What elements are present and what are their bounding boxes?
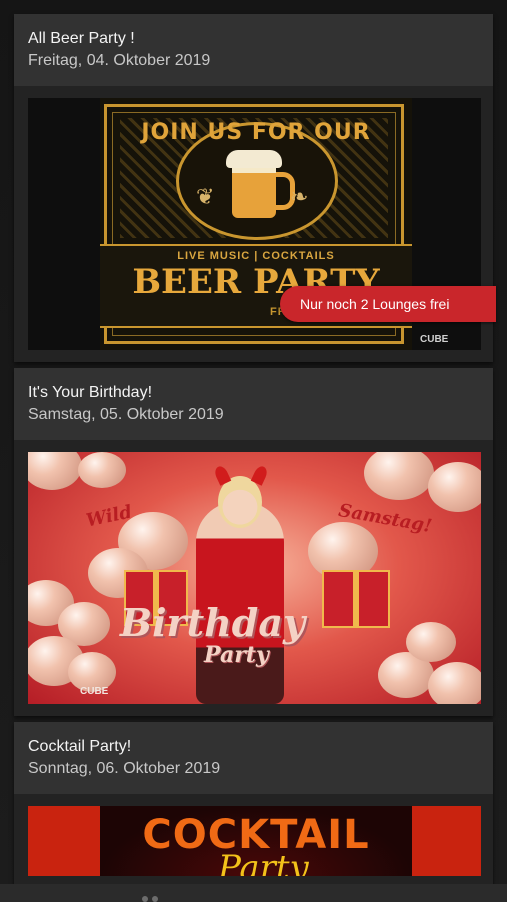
event-date: Freitag, 04. Oktober 2019 bbox=[28, 52, 211, 69]
event-poster-birthday[interactable]: Wild Samstag! Birthday Party CUBE bbox=[28, 452, 481, 704]
wheat-right-icon: ❧ bbox=[290, 184, 309, 209]
gift-box bbox=[322, 570, 390, 628]
wheat-left-icon: ❦ bbox=[196, 184, 215, 209]
lounge-availability-text: Nur noch 2 Lounges frei bbox=[300, 296, 450, 312]
event-poster-cocktail[interactable]: COCKTAIL Party bbox=[28, 806, 481, 876]
cube-logo: CUBE bbox=[420, 334, 449, 345]
balloon bbox=[428, 662, 481, 704]
balloon bbox=[428, 462, 481, 512]
event-title: All Beer Party ! bbox=[28, 30, 135, 47]
system-navigation-bar bbox=[0, 884, 507, 902]
event-media[interactable]: COCKTAIL Party bbox=[14, 794, 493, 884]
event-title: Cocktail Party! bbox=[28, 738, 132, 755]
event-date: Samstag, 05. Oktober 2019 bbox=[28, 406, 224, 423]
event-card-header[interactable]: All Beer Party ! Freitag, 04. Oktober 20… bbox=[14, 14, 493, 86]
event-media[interactable]: Wild Samstag! Birthday Party CUBE bbox=[14, 440, 493, 716]
event-title: It's Your Birthday! bbox=[28, 384, 153, 401]
event-card-birthday[interactable]: It's Your Birthday! Samstag, 05. Oktober… bbox=[14, 368, 493, 716]
poster-subline: LIVE MUSIC | COCKTAILS bbox=[177, 250, 335, 262]
poster-headline: JOIN US FOR OUR bbox=[141, 120, 371, 145]
event-card-beer-party[interactable]: All Beer Party ! Freitag, 04. Oktober 20… bbox=[14, 14, 496, 362]
event-list-screen: All Beer Party ! Freitag, 04. Oktober 20… bbox=[0, 0, 507, 884]
event-media[interactable]: JOIN US FOR OUR ❦ ❧ LIVE MUSIC | COCKTAI… bbox=[14, 86, 496, 362]
balloon bbox=[28, 452, 82, 490]
balloon bbox=[364, 452, 434, 500]
beer-glass-icon bbox=[232, 160, 276, 218]
event-card-header[interactable]: Cocktail Party! Sonntag, 06. Oktober 201… bbox=[14, 722, 493, 794]
cocktail-poster-art: COCKTAIL Party bbox=[100, 806, 412, 876]
poster-main-title: Birthday bbox=[120, 600, 306, 645]
balloon bbox=[406, 622, 456, 662]
balloon bbox=[78, 452, 126, 488]
poster-subtitle: Party bbox=[204, 642, 269, 668]
event-card-header[interactable]: It's Your Birthday! Samstag, 05. Oktober… bbox=[14, 368, 493, 440]
beer-foam-icon bbox=[226, 150, 282, 168]
poster-subtitle: Party bbox=[218, 848, 309, 876]
cube-logo: CUBE bbox=[80, 686, 109, 697]
nav-dots-icon bbox=[142, 896, 148, 902]
event-card-cocktail[interactable]: Cocktail Party! Sonntag, 06. Oktober 201… bbox=[14, 722, 493, 884]
lounge-availability-badge[interactable]: Nur noch 2 Lounges frei bbox=[280, 286, 496, 322]
event-date: Sonntag, 06. Oktober 2019 bbox=[28, 760, 221, 777]
